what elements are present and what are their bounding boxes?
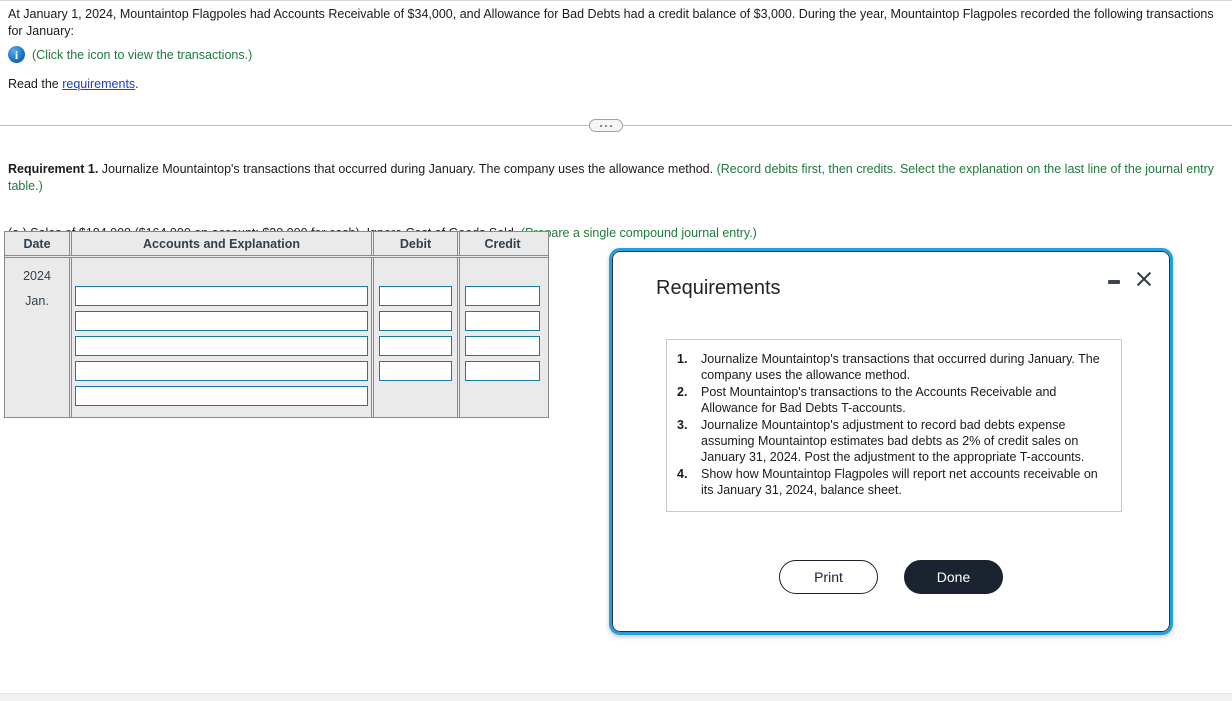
dialog-button-row: Print Done (612, 560, 1170, 594)
debit-empty-cell (379, 386, 452, 406)
list-item: 4. Show how Mountaintop Flagpoles will r… (677, 466, 1111, 498)
list-item-number: 2. (677, 385, 688, 399)
icon-caption: (Click the icon to view the transactions… (32, 47, 253, 62)
journal-table-body: 2024 Jan. (5, 258, 548, 417)
credit-input-row-2[interactable] (465, 311, 540, 331)
part-a-hint: (Prepare a single compound journal entry… (520, 226, 757, 240)
credit-input-row-1[interactable] (465, 286, 540, 306)
credit-input-row-4[interactable] (465, 361, 540, 381)
requirement-block: Requirement 1. Journalize Mountaintop's … (8, 161, 1230, 242)
list-item: 2. Post Mountaintop's transactions to th… (677, 384, 1111, 416)
debit-input-row-1[interactable] (379, 286, 452, 306)
list-item-text: Show how Mountaintop Flagpoles will repo… (701, 467, 1098, 497)
account-input-row-1[interactable] (75, 286, 368, 306)
column-header-accounts: Accounts and Explanation (69, 232, 371, 255)
dialog-titlebar: Requirements (612, 251, 1170, 313)
credit-column (457, 258, 545, 417)
account-input-row-3[interactable] (75, 336, 368, 356)
grip-dot (605, 124, 607, 127)
column-header-debit: Debit (371, 232, 457, 255)
requirements-dialog: Requirements 1. Journalize Mountaintop's… (609, 248, 1173, 635)
date-month: Jan. (25, 294, 49, 308)
transactions-icon-line: i (Click the icon to view the transactio… (8, 46, 1224, 63)
requirements-link[interactable]: requirements (62, 77, 135, 91)
top-divider (0, 0, 1232, 1)
splitter-grip[interactable] (589, 119, 623, 132)
list-item-number: 3. (677, 418, 688, 432)
requirements-list: 1. Journalize Mountaintop's transactions… (677, 351, 1111, 498)
debit-input-row-4[interactable] (379, 361, 452, 381)
minimize-icon[interactable] (1106, 273, 1122, 289)
list-item: 1. Journalize Mountaintop's transactions… (677, 351, 1111, 383)
journal-entry-table: Date Accounts and Explanation Debit Cred… (4, 231, 549, 418)
requirement-text: Journalize Mountaintop's transactions th… (98, 162, 717, 176)
debit-column (371, 258, 457, 417)
account-input-row-2[interactable] (75, 311, 368, 331)
problem-text: At January 1, 2024, Mountaintop Flagpole… (8, 7, 1214, 38)
info-icon[interactable]: i (8, 46, 25, 63)
list-item-number: 4. (677, 467, 688, 481)
account-input-row-5[interactable] (75, 386, 368, 406)
problem-statement: At January 1, 2024, Mountaintop Flagpole… (8, 6, 1224, 91)
bottom-status-bar (0, 693, 1232, 701)
close-icon[interactable] (1134, 269, 1154, 289)
read-requirements-line: Read the requirements. (8, 77, 1224, 91)
credit-empty-cell (465, 386, 540, 406)
read-suffix: . (135, 77, 139, 91)
print-button[interactable]: Print (779, 560, 878, 594)
grip-dot (610, 124, 612, 127)
debit-input-row-2[interactable] (379, 311, 452, 331)
list-item-text: Journalize Mountaintop's adjustment to r… (701, 418, 1085, 464)
requirement-label: Requirement 1. (8, 162, 99, 176)
requirements-list-box: 1. Journalize Mountaintop's transactions… (666, 339, 1122, 512)
list-item-text: Journalize Mountaintop's transactions th… (701, 352, 1100, 382)
accounts-column (69, 258, 371, 417)
read-prefix: Read the (8, 77, 63, 91)
dialog-title: Requirements (656, 277, 781, 299)
done-button[interactable]: Done (904, 560, 1003, 594)
column-header-credit: Credit (457, 232, 545, 255)
date-column: 2024 Jan. (5, 258, 69, 417)
debit-input-row-3[interactable] (379, 336, 452, 356)
panel-splitter (0, 119, 1232, 133)
grip-dot (600, 124, 602, 127)
list-item-text: Post Mountaintop's transactions to the A… (701, 385, 1057, 415)
credit-input-row-3[interactable] (465, 336, 540, 356)
journal-table-header: Date Accounts and Explanation Debit Cred… (5, 232, 548, 258)
list-item-number: 1. (677, 352, 688, 366)
requirement-heading: Requirement 1. Journalize Mountaintop's … (8, 161, 1230, 195)
account-input-row-4[interactable] (75, 361, 368, 381)
list-item: 3. Journalize Mountaintop's adjustment t… (677, 417, 1111, 465)
date-year: 2024 (23, 269, 51, 283)
column-header-date: Date (23, 236, 51, 251)
